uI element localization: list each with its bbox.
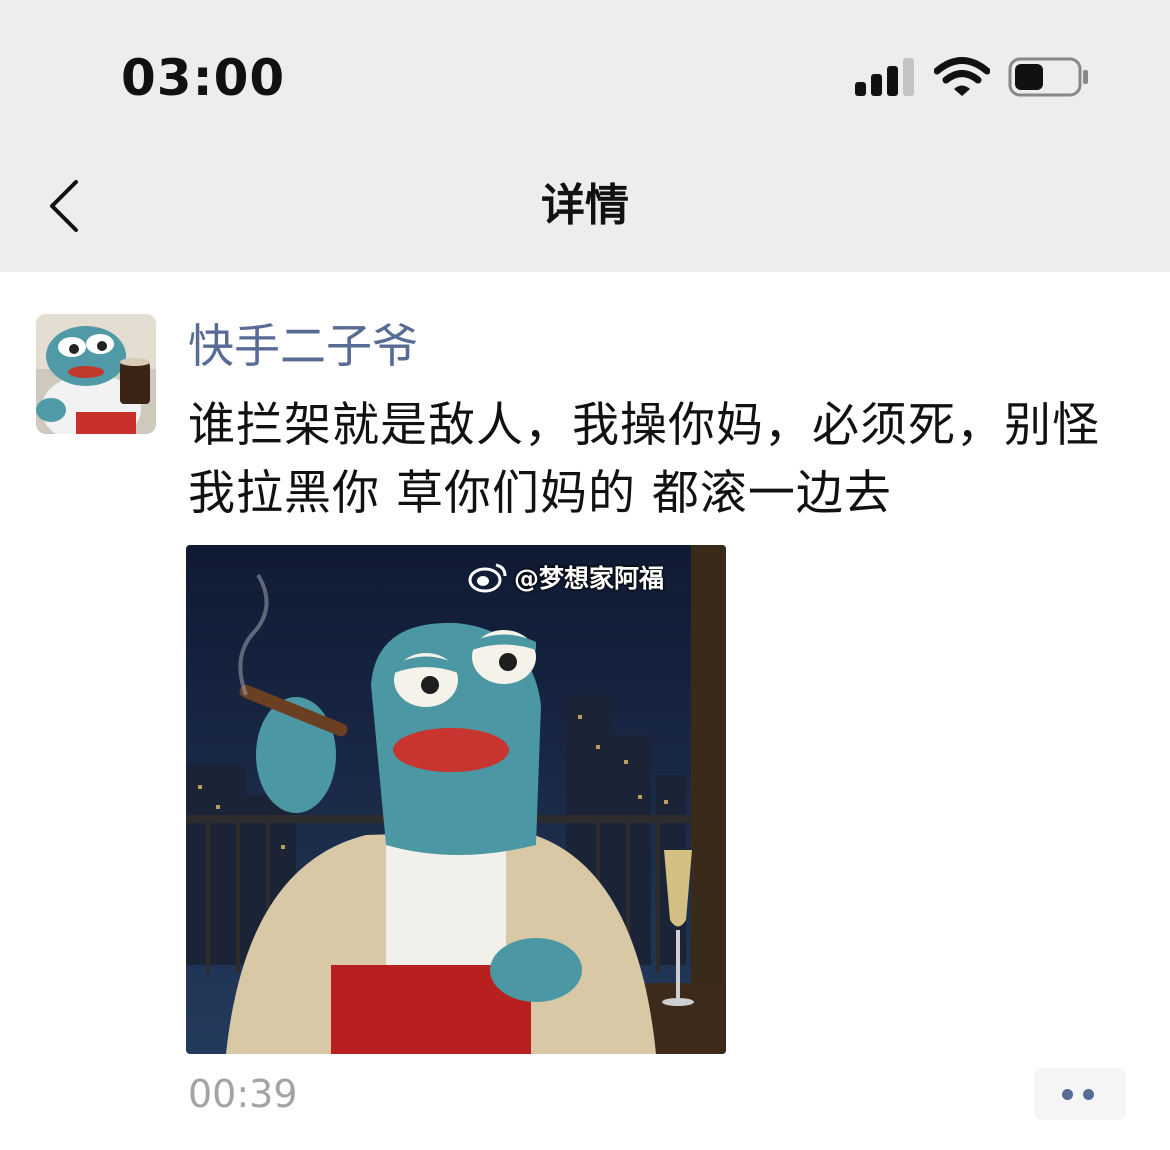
post-text: 谁拦架就是敌人，我操你妈，必须死，别怪我拉黑你 草你们妈的 都滚一边去 [188, 398, 1100, 521]
username-link[interactable]: 快手二子爷 [188, 315, 418, 377]
image-watermark: @梦想家阿福 [468, 560, 664, 594]
weibo-logo-icon [468, 563, 507, 593]
page-title: 详情 [541, 180, 629, 231]
post-timestamp: 00:39 [188, 1072, 298, 1116]
status-time: 03:00 [121, 49, 286, 107]
signal-icon [855, 58, 917, 96]
battery-icon [1008, 57, 1088, 97]
wifi-icon [934, 57, 990, 96]
watermark-text: @梦想家阿福 [514, 564, 665, 593]
more-dots-icon [1062, 1089, 1073, 1100]
post-image[interactable] [186, 545, 726, 1054]
top-bar: 03:00 详情 [0, 0, 1170, 272]
more-dots-icon [1083, 1089, 1094, 1100]
more-button[interactable] [1034, 1068, 1126, 1120]
avatar[interactable] [36, 314, 156, 434]
